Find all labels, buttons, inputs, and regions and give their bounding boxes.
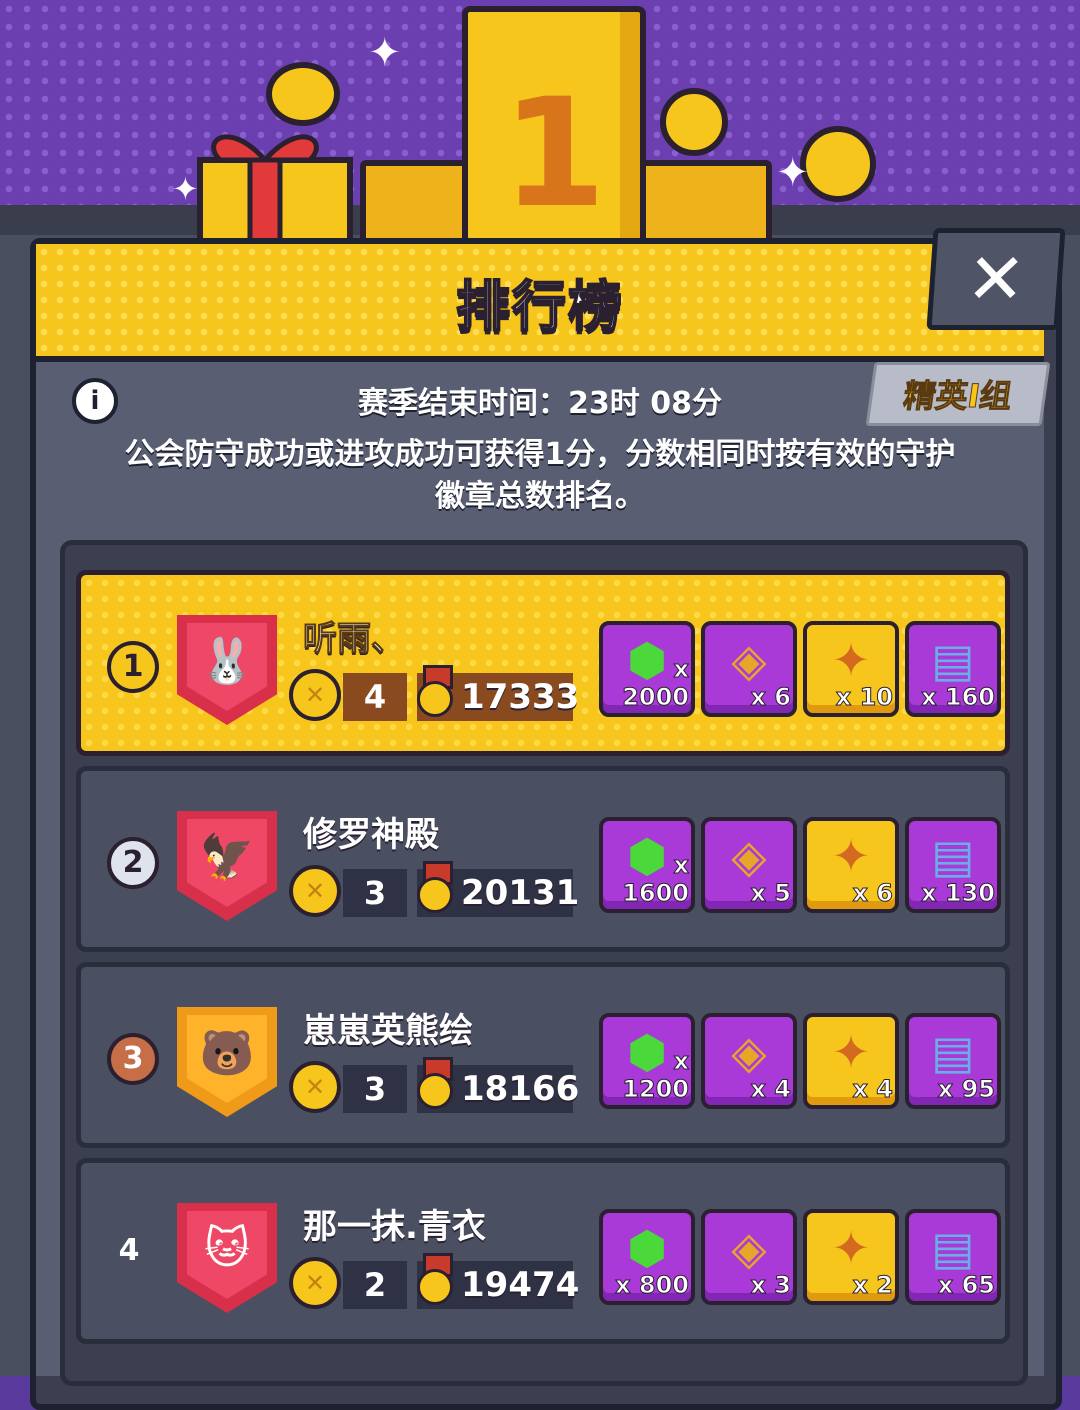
reward-card[interactable]: ◈ x 6: [701, 621, 797, 717]
stone-icon: ▤: [931, 829, 975, 883]
card-icon: ◈: [731, 1221, 767, 1275]
fragment-icon: ✦: [831, 829, 871, 883]
reward-count: x 95: [937, 1075, 995, 1104]
ranking-row[interactable]: 1 🐰 听雨、 ✕ 4 17333 ⬢ x 2000 ◈ x 6 ✦ x 10 ▤ x …: [76, 570, 1010, 756]
badge-icon: [417, 1253, 453, 1307]
fragment-icon: ✦: [831, 633, 871, 687]
card-icon: ◈: [731, 633, 767, 687]
ranking-row[interactable]: 3 🐻 崽崽英熊绘 ✕ 3 18166 ⬢ x 1200 ◈ x 4 ✦ x 4 ▤ x…: [76, 962, 1010, 1148]
sparkle-icon: ✦: [368, 30, 402, 76]
reward-gem[interactable]: ⬢ x 1600: [599, 817, 695, 913]
reward-stone[interactable]: ▤ x 65: [905, 1209, 1001, 1305]
fragment-icon: ✦: [831, 1221, 871, 1275]
guild-score: 17333: [461, 677, 580, 717]
rank-number: 4: [118, 1233, 140, 1268]
stone-icon: ▤: [931, 633, 975, 687]
guild-name: 修罗神殿: [303, 815, 439, 855]
reward-count: x 65: [937, 1271, 995, 1300]
reward-count: x 4: [852, 1075, 894, 1104]
reward-fragment[interactable]: ✦ x 10: [803, 621, 899, 717]
bear-icon: 🐻: [199, 1028, 255, 1079]
member-coin-icon: ✕: [289, 669, 341, 721]
medal-icon: [800, 126, 876, 202]
guild-score: 18166: [461, 1069, 580, 1109]
gem-icon: ⬢: [626, 1221, 668, 1275]
reward-fragment[interactable]: ✦ x 4: [803, 1013, 899, 1109]
close-icon: ✕: [963, 238, 1029, 320]
reward-gem[interactable]: ⬢ x 800: [599, 1209, 695, 1305]
badge-icon: [417, 861, 453, 915]
stone-icon: ▤: [931, 1025, 975, 1079]
reward-card[interactable]: ◈ x 4: [701, 1013, 797, 1109]
reward-card[interactable]: ◈ x 5: [701, 817, 797, 913]
close-button[interactable]: ✕: [926, 228, 1066, 330]
reward-count: x 2000: [622, 655, 690, 712]
guild-emblem: 🐰: [177, 615, 277, 725]
season-end-label: 赛季结束时间：: [358, 386, 569, 421]
rules-description: 公会防守成功或进攻成功可获得1分，分数相同时按有效的守护徽章总数排名。: [124, 437, 956, 514]
gift-box-icon: [190, 120, 360, 253]
member-count: 3: [343, 1065, 407, 1113]
card-icon: ◈: [731, 829, 767, 883]
reward-fragment[interactable]: ✦ x 6: [803, 817, 899, 913]
guild-score: 20131: [461, 873, 580, 913]
reward-count: x 5: [750, 879, 792, 908]
first-place-pillar: 1: [462, 6, 646, 263]
guild-emblem: 🐱: [177, 1203, 277, 1313]
member-coin-icon: ✕: [289, 1061, 341, 1113]
page-title: 排行榜: [455, 274, 624, 339]
guild-score: 19474: [461, 1265, 580, 1305]
medal-icon: [660, 88, 728, 156]
card-icon: ◈: [731, 1025, 767, 1079]
reward-card[interactable]: ◈ x 3: [701, 1209, 797, 1305]
reward-stone[interactable]: ▤ x 160: [905, 621, 1001, 717]
reward-count: x 6: [750, 683, 792, 712]
guild-emblem: 🐻: [177, 1007, 277, 1117]
reward-stone[interactable]: ▤ x 95: [905, 1013, 1001, 1109]
member-coin-icon: ✕: [289, 865, 341, 917]
reward-gem[interactable]: ⬢ x 1200: [599, 1013, 695, 1109]
sparkle-icon: ✦: [776, 150, 810, 196]
reward-count: x 800: [615, 1271, 690, 1300]
reward-count: x 2: [852, 1271, 894, 1300]
guild-name: 崽崽英熊绘: [303, 1011, 473, 1051]
badge-icon: [417, 1057, 453, 1111]
reward-count: x 10: [835, 683, 893, 712]
ranking-row[interactable]: 2 🦅 修罗神殿 ✕ 3 20131 ⬢ x 1600 ◈ x 5 ✦ x 6 ▤ x …: [76, 766, 1010, 952]
pillar-number: 1: [501, 67, 607, 241]
reward-count: x 4: [750, 1075, 792, 1104]
reward-count: x 1200: [622, 1047, 690, 1104]
cat-icon: 🐱: [204, 1223, 250, 1274]
fragment-icon: ✦: [831, 1025, 871, 1079]
rank-badge: 1: [107, 641, 159, 693]
member-count: 4: [343, 673, 407, 721]
reward-fragment[interactable]: ✦ x 2: [803, 1209, 899, 1305]
rank-badge: 2: [107, 837, 159, 889]
coin-icon: [266, 62, 340, 126]
rabbit-icon: 🐰: [199, 636, 255, 687]
eagle-icon: 🦅: [199, 832, 255, 883]
rank-badge: 3: [107, 1033, 159, 1085]
reward-count: x 130: [921, 879, 996, 908]
guild-name: 听雨、: [303, 619, 406, 660]
reward-stone[interactable]: ▤ x 130: [905, 817, 1001, 913]
member-count: 3: [343, 869, 407, 917]
season-end-value: 23时 08分: [568, 386, 722, 421]
reward-gem[interactable]: ⬢ x 2000: [599, 621, 695, 717]
reward-count: x 6: [852, 879, 894, 908]
reward-count: x 160: [921, 683, 996, 712]
stone-icon: ▤: [931, 1221, 975, 1275]
reward-count: x 1600: [622, 851, 690, 908]
guild-emblem: 🦅: [177, 811, 277, 921]
sparkle-icon: ✦: [172, 170, 199, 208]
reward-count: x 3: [750, 1271, 792, 1300]
member-count: 2: [343, 1261, 407, 1309]
ranking-row[interactable]: 4 🐱 那一抹.青衣 ✕ 2 19474 ⬢ x 800 ◈ x 3 ✦ x 2 ▤ x…: [76, 1158, 1010, 1344]
member-coin-icon: ✕: [289, 1257, 341, 1309]
guild-name: 那一抹.青衣: [303, 1207, 486, 1247]
tier-badge: 精英I组: [865, 362, 1051, 426]
badge-icon: [417, 665, 453, 719]
